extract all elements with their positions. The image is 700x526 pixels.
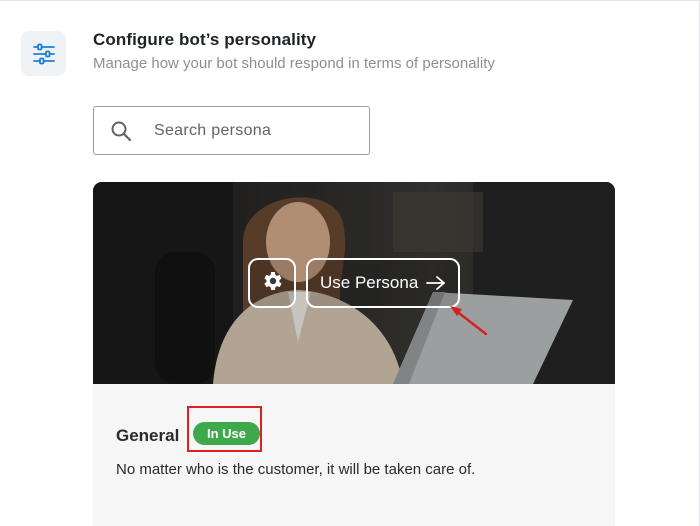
page-subtitle: Manage how your bot should respond in te… <box>93 55 495 72</box>
search-input[interactable] <box>152 120 356 141</box>
persona-card[interactable]: Use Persona General In Use No matter who… <box>93 182 615 526</box>
search-icon <box>110 120 132 142</box>
persona-name: General <box>116 426 180 445</box>
annotation-arrow <box>450 306 488 336</box>
search-field[interactable] <box>93 106 370 155</box>
persona-card-body: General In Use No matter who is the cust… <box>93 384 615 526</box>
persona-description: No matter who is the customer, it will b… <box>116 461 476 478</box>
status-badge: In Use <box>193 422 260 445</box>
top-divider <box>0 0 700 1</box>
sliders-icon <box>21 31 66 76</box>
page-title: Configure bot’s personality <box>93 30 317 49</box>
